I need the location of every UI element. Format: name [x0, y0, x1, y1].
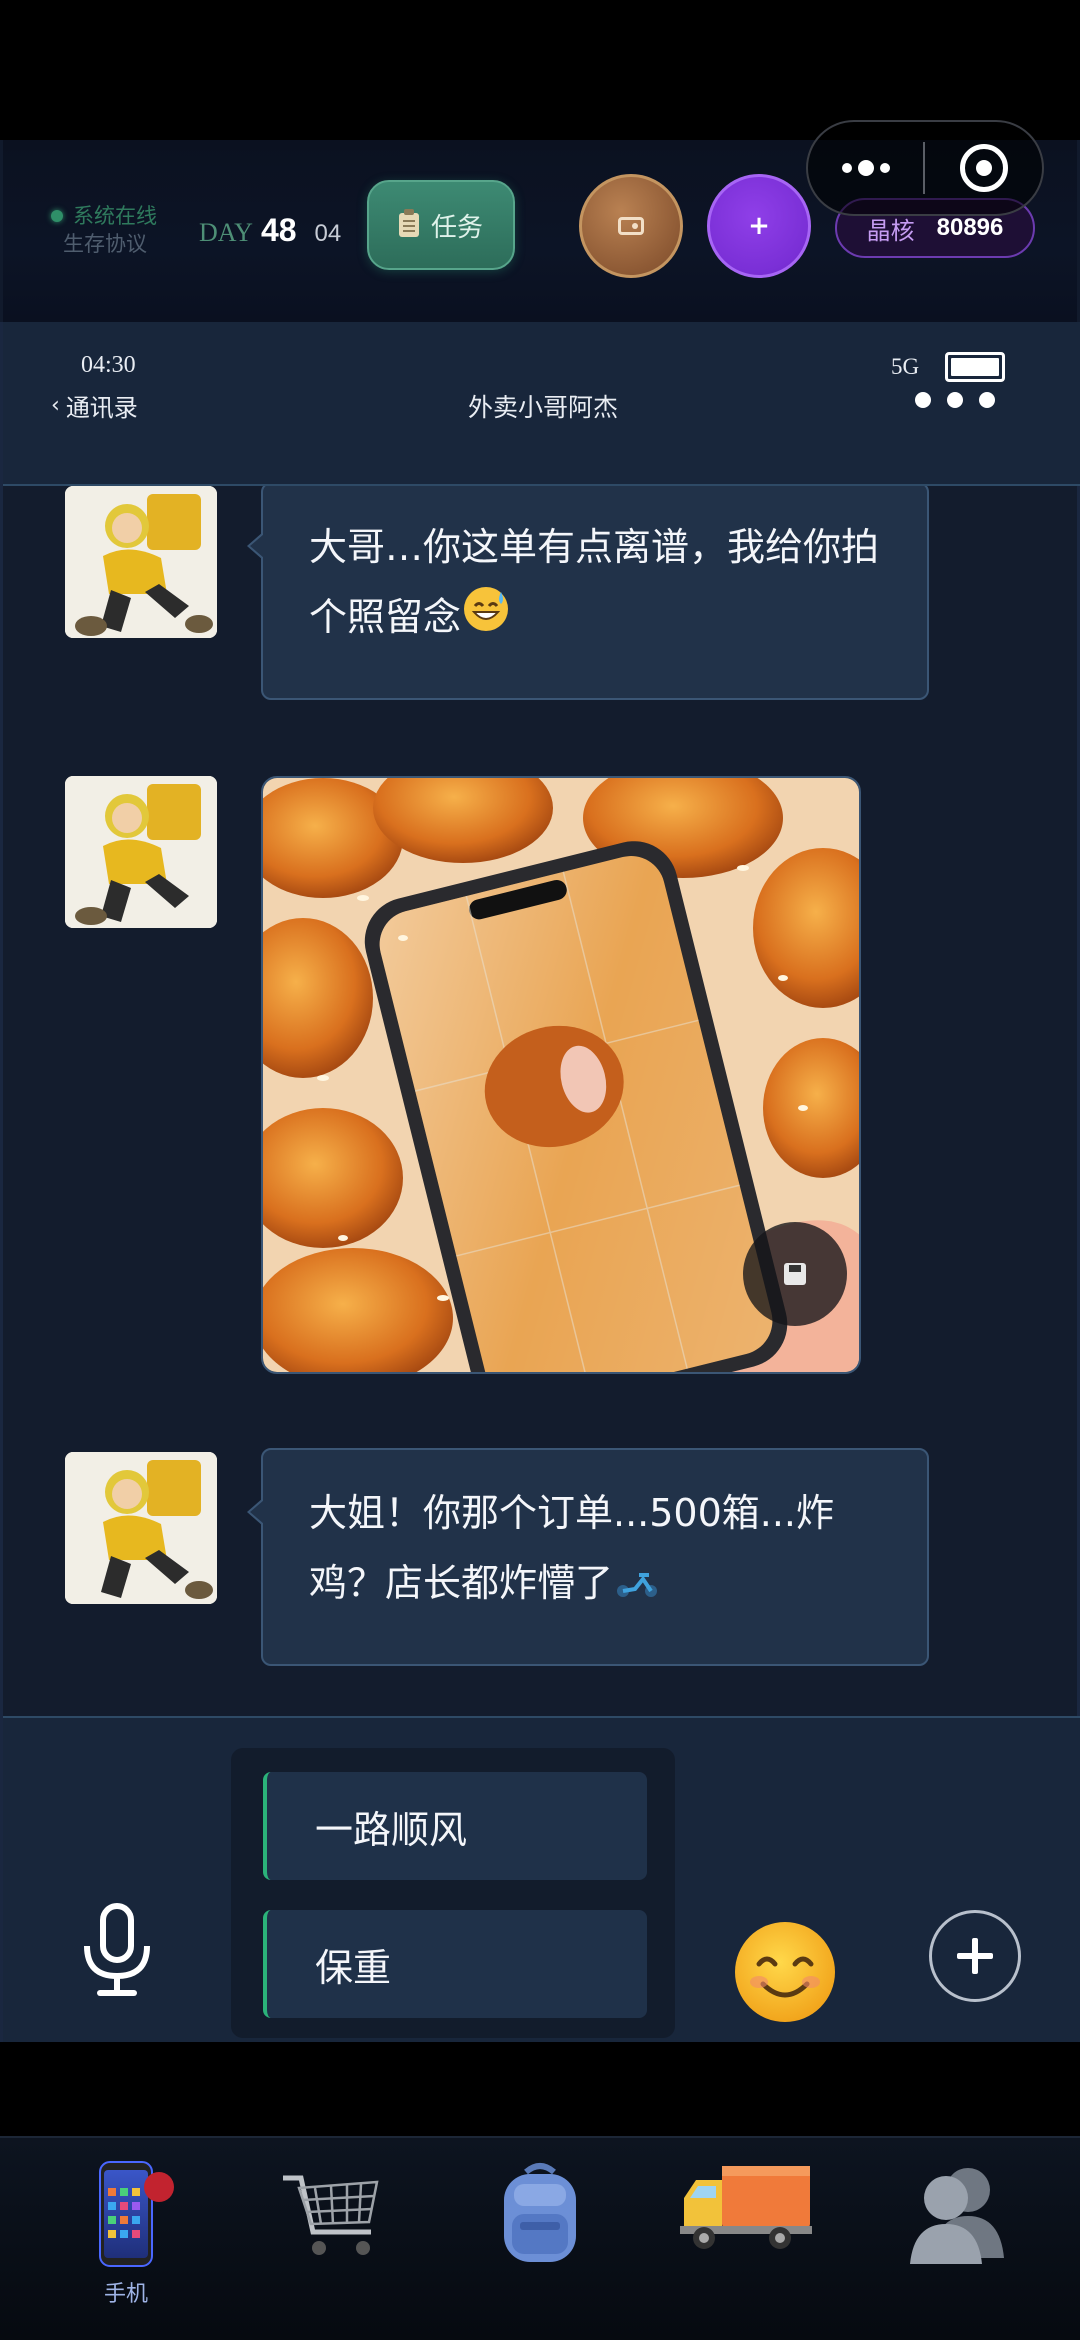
contacts-icon: [910, 2168, 1004, 2264]
avatar[interactable]: [65, 486, 217, 638]
contact-name: 外卖小哥阿杰: [467, 395, 618, 422]
crystal-value: 80896: [936, 214, 1004, 241]
avatar[interactable]: [65, 1452, 217, 1604]
system-status: 系统在线 生存协议: [51, 202, 157, 258]
nav-item-shop[interactable]: [252, 2158, 412, 2308]
shopping-cart-icon: [283, 2175, 379, 2255]
quick-reply-panel: 一路顺风 保重: [231, 1748, 675, 2038]
phone-clock: 04:30: [81, 352, 136, 378]
more-dot-icon: [841, 163, 852, 173]
target-icon: [959, 144, 1008, 192]
system-status-text: 系统在线: [73, 204, 157, 228]
quick-reply-item[interactable]: 一路顺风: [263, 1772, 647, 1880]
chat-menu-button[interactable]: [915, 392, 995, 408]
bottom-navigation: 手机: [0, 2136, 1080, 2340]
day-counter: DAY 48 04: [199, 212, 341, 249]
back-label: 通讯录: [65, 396, 138, 422]
more-dot-icon: [857, 160, 874, 176]
smile-emoji-icon: [735, 1922, 835, 2022]
battery-icon: [945, 352, 1005, 382]
chat-photo[interactable]: [261, 776, 861, 1374]
plus-button[interactable]: +: [707, 174, 811, 278]
sweat-smile-icon: [461, 584, 511, 656]
day-sub: 04: [314, 220, 342, 247]
message-bubble[interactable]: 大哥…你这单有点离谱，我给你拍个照留念: [247, 486, 929, 700]
voice-input-button[interactable]: [79, 1902, 155, 2002]
close-miniprogram-button[interactable]: [925, 144, 1042, 192]
nav-item-contacts[interactable]: [874, 2158, 1034, 2308]
nav-item-phone[interactable]: 手机: [46, 2158, 206, 2308]
backpack-icon: [504, 2163, 576, 2262]
notification-badge: [144, 2172, 174, 2202]
scooter-icon: [613, 1551, 661, 1621]
miniprogram-capsule: [806, 120, 1044, 216]
radio-icon: [618, 217, 644, 235]
chat-input-area: 一路顺风 保重: [3, 1716, 1080, 2042]
avatar[interactable]: [65, 776, 217, 928]
message-bubble[interactable]: 大姐！你那个订单...500箱...炸鸡？店长都炸懵了: [247, 1448, 929, 1666]
network-indicator: 5G: [891, 354, 920, 379]
save-image-button[interactable]: [743, 1222, 847, 1326]
chat-messages[interactable]: 大哥…你这单有点离谱，我给你拍个照留念 大姐！你那个订单...500箱...炸鸡…: [3, 486, 1080, 1716]
message-text: 大姐！你那个订单...500箱...炸鸡？店长都炸懵了: [309, 1491, 835, 1605]
screen: 系统在线 生存协议 DAY 48 04 任务 + 晶核 80896 04:30 …: [0, 0, 1080, 2340]
quick-reply-item[interactable]: 保重: [263, 1910, 647, 2018]
radio-button[interactable]: [579, 174, 683, 278]
message-text: 大哥…你这单有点离谱，我给你拍个照留念: [309, 525, 880, 639]
more-menu-button[interactable]: [808, 122, 923, 214]
task-button-label: 任务: [430, 212, 483, 243]
add-attachment-button[interactable]: [929, 1910, 1021, 2002]
more-dot-icon: [879, 163, 890, 173]
nav-item-backpack[interactable]: [460, 2158, 620, 2308]
day-label: DAY: [199, 218, 253, 247]
dot-icon: [979, 392, 995, 408]
nav-item-label: 手机: [103, 2282, 148, 2307]
dot-icon: [947, 392, 963, 408]
nav-item-delivery[interactable]: [666, 2158, 826, 2308]
online-dot-icon: [51, 210, 63, 222]
save-icon: [784, 1263, 806, 1285]
chat-header: 04:30 ‹ 通讯录 外卖小哥阿杰 5G: [3, 322, 1080, 486]
delivery-truck-icon: [680, 2166, 812, 2249]
emoji-button[interactable]: [733, 1920, 837, 2024]
phone-icon: [99, 2161, 153, 2267]
chevron-left-icon: ‹: [51, 393, 60, 418]
microphone-icon: [84, 1903, 150, 1996]
phone-screen: 04:30 ‹ 通讯录 外卖小哥阿杰 5G 大哥…你这单有点离谱，我给你拍个照留…: [0, 322, 1080, 2042]
back-button[interactable]: ‹ 通讯录: [51, 388, 138, 423]
clipboard-icon: [398, 209, 419, 237]
task-button[interactable]: 任务: [367, 180, 515, 270]
day-number: 48: [260, 212, 297, 248]
dot-icon: [915, 392, 931, 408]
plus-button-label: +: [748, 211, 770, 241]
protocol-label: 生存协议: [63, 232, 147, 256]
